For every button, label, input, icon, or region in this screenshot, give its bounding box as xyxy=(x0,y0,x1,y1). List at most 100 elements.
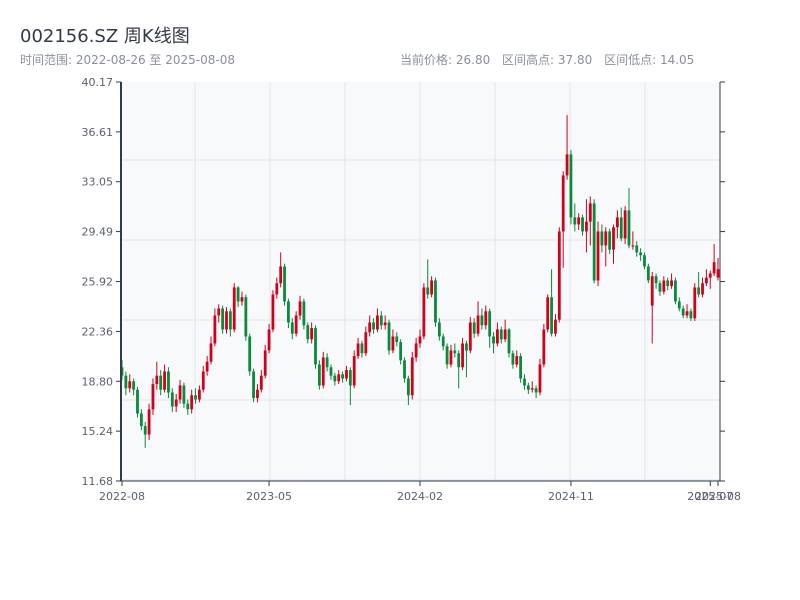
candle xyxy=(674,277,677,305)
candle-body xyxy=(194,395,197,400)
candle-body xyxy=(716,269,720,278)
candle-body xyxy=(364,332,368,354)
candle-body xyxy=(542,329,546,365)
candle-body xyxy=(294,315,298,334)
candle xyxy=(507,328,511,358)
candle-body xyxy=(430,280,434,295)
candle-body xyxy=(465,343,468,351)
candle-body xyxy=(209,343,213,362)
candle xyxy=(232,283,236,333)
candle xyxy=(623,206,627,245)
candle-body xyxy=(414,343,418,358)
x-tick: 2025-08 xyxy=(695,481,741,503)
candle-body xyxy=(321,357,325,386)
candle-body xyxy=(306,325,310,340)
candle xyxy=(244,294,248,341)
candle-body xyxy=(592,203,596,281)
candle-body xyxy=(604,231,608,246)
x-tick-label: 2024-11 xyxy=(548,490,594,503)
candle-body xyxy=(534,388,538,393)
candle-body xyxy=(190,395,194,410)
candle-body xyxy=(523,378,526,386)
candle-body xyxy=(244,297,248,337)
candle-body xyxy=(124,375,128,389)
candle-body xyxy=(228,311,232,330)
candle-body xyxy=(283,266,286,302)
candle-body xyxy=(314,328,317,365)
candle-body xyxy=(376,315,379,330)
candle-body xyxy=(445,346,449,365)
candle-body xyxy=(287,301,290,323)
candle-body xyxy=(588,203,592,222)
candle-body xyxy=(379,315,383,326)
candle-body xyxy=(503,329,507,340)
y-tick-label: 22.36 xyxy=(82,325,114,338)
candle-body xyxy=(585,221,588,232)
candle-body xyxy=(681,308,685,316)
candle-body xyxy=(496,329,499,344)
candle xyxy=(248,333,252,376)
y-tick-label: 25.92 xyxy=(82,276,114,289)
x-tick: 2024-11 xyxy=(548,481,594,503)
x-tick-label: 2023-05 xyxy=(246,490,292,503)
y-tick-label: 33.05 xyxy=(82,176,114,189)
candle-body xyxy=(426,287,430,295)
candle xyxy=(546,294,550,333)
candle-body xyxy=(345,370,348,379)
candle-body xyxy=(333,375,337,382)
candle-body xyxy=(608,231,612,250)
candle-body xyxy=(337,374,341,382)
candle xyxy=(569,150,573,225)
candle xyxy=(592,199,596,284)
candle-body xyxy=(256,389,259,399)
candle-body xyxy=(650,276,654,306)
candle xyxy=(352,350,356,389)
candle-body xyxy=(631,245,635,247)
candle-body xyxy=(530,388,534,390)
candle-body xyxy=(383,322,387,326)
candle-body xyxy=(619,217,623,239)
candle-body xyxy=(557,231,561,320)
candle-body xyxy=(677,301,681,309)
candle-body xyxy=(136,389,139,414)
candle-body xyxy=(279,266,283,284)
candle-body xyxy=(546,297,550,330)
candle-body xyxy=(581,217,584,232)
candle xyxy=(314,325,317,369)
candle xyxy=(434,277,437,327)
candle-body xyxy=(658,283,662,292)
candle-body xyxy=(128,381,132,389)
candle-body xyxy=(472,322,476,334)
candle xyxy=(387,319,391,355)
candle-body xyxy=(526,385,530,390)
candle-body xyxy=(418,336,422,344)
candle-body xyxy=(170,392,174,407)
candle-body xyxy=(403,360,406,379)
candle xyxy=(646,263,650,284)
candle xyxy=(271,290,275,333)
candle-body xyxy=(302,301,306,326)
candle-body xyxy=(561,175,565,232)
candle-body xyxy=(267,329,271,351)
y-tick-label: 40.17 xyxy=(82,76,114,89)
candle-body xyxy=(674,280,677,302)
candle-body xyxy=(372,322,375,330)
candle-body xyxy=(248,336,252,372)
candle-body xyxy=(577,217,581,225)
candle-body xyxy=(670,280,673,287)
candle-body xyxy=(484,311,488,326)
candle-body xyxy=(387,322,391,351)
candle-body xyxy=(352,356,356,386)
candle-body xyxy=(178,385,182,400)
candle-body xyxy=(492,336,495,344)
candle-body xyxy=(317,364,321,386)
candle-body xyxy=(704,277,708,284)
candle-body xyxy=(569,154,573,218)
candle-body xyxy=(623,210,627,239)
candle-body xyxy=(201,371,205,390)
candle-body xyxy=(139,413,143,427)
candle-body xyxy=(708,273,712,278)
candle-body xyxy=(507,329,511,354)
candle xyxy=(252,368,255,403)
candle-body xyxy=(654,276,658,284)
